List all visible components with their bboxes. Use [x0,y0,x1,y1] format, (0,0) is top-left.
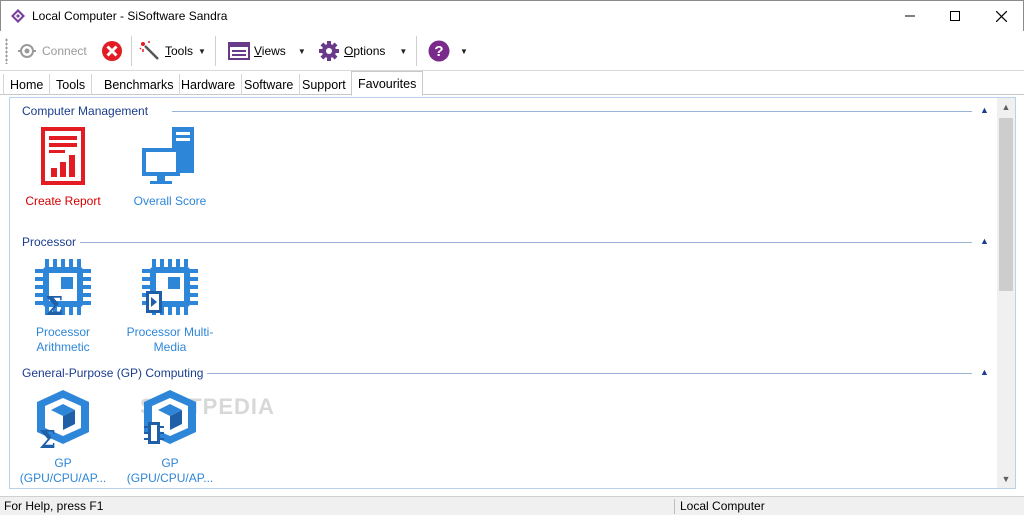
tile-label: GP (GPU/CPU/AP... [126,456,214,485]
minimize-button[interactable] [887,1,933,31]
chevron-down-icon: ▼ [198,46,206,56]
toolbar-separator [215,36,216,66]
maximize-button[interactable] [932,1,978,31]
disconnect-button[interactable] [101,38,123,64]
section-divider [207,373,972,374]
status-location: Local Computer [680,499,765,513]
tile-label: Processor Multi-Media [126,325,214,354]
magic-wand-icon [139,41,159,60]
scroll-down-icon[interactable]: ▼ [997,470,1015,487]
toolbar-separator [131,36,132,66]
tab-hardware[interactable]: Hardware [175,74,243,95]
tab-label: Tools [56,77,86,92]
help-icon: ? [428,40,450,62]
create-report-icon [41,127,85,185]
status-help-text: For Help, press F1 [4,499,104,513]
tab-support[interactable]: Support [296,74,353,95]
overall-score-icon [142,127,194,184]
status-bar: For Help, press F1 Local Computer [0,496,1024,515]
scroll-up-icon[interactable]: ▲ [997,98,1015,115]
close-icon [995,10,1007,22]
tab-label: Support [302,77,346,92]
gp-memory-icon [144,390,196,444]
tab-software[interactable]: Software [238,74,301,95]
tab-tools[interactable]: Tools [50,74,93,95]
svg-text:?: ? [434,43,443,60]
overall-score-tile[interactable]: Overall Score [120,124,220,209]
gear-icon [319,41,339,61]
window-title: Local Computer - SiSoftware Sandra [32,9,228,23]
processor-multimedia-tile[interactable]: Processor Multi-Media [120,255,220,355]
ribbon-tabs: Home Tools Benchmarks Hardware Software … [0,71,1024,96]
minimize-icon [905,15,915,17]
status-divider [674,499,675,514]
tab-home[interactable]: Home [3,74,51,95]
sandra-app-icon [11,9,25,23]
views-menu-button[interactable]: Views ▼ [228,38,306,64]
connect-label: Connect [42,44,87,58]
tools-label: Tools [165,44,194,58]
chevron-down-icon: ▼ [297,46,306,56]
tab-label: Software [244,77,294,92]
section-header-gp-computing: General-Purpose (GP) Computing [22,366,204,380]
tab-label: Favourites [358,76,417,91]
chevron-down-icon: ▼ [399,46,408,56]
section-header-processor: Processor [22,235,77,249]
processor-arithmetic-tile[interactable]: Σ Processor Arithmetic [13,255,113,355]
tools-menu-button[interactable]: Tools ▼ [139,38,206,64]
tab-label: Home [10,77,44,92]
tile-label: Create Report [25,194,101,208]
vertical-scrollbar[interactable]: ▲ ▼ [997,98,1015,488]
processor-multimedia-icon [142,259,198,315]
gp-arithmetic-tile[interactable]: Σ GP (GPU/CPU/AP... [13,386,113,486]
connect-button[interactable]: Connect [16,38,87,64]
tab-benchmarks[interactable]: Benchmarks [98,74,181,95]
title-bar: Local Computer - SiSoftware Sandra [0,0,1024,31]
toolbar-separator [416,36,417,66]
connect-icon [18,44,36,58]
tile-label: GP (GPU/CPU/AP... [19,456,107,485]
gp-arithmetic-icon: Σ [37,390,89,450]
views-label: Views [254,44,286,58]
gp-memory-tile[interactable]: GP (GPU/CPU/AP... [120,386,220,486]
tab-label: Benchmarks [104,77,174,92]
toolbar-grip[interactable] [5,38,8,64]
tile-label: Overall Score [133,194,207,208]
toolbar: Connect Tools ▼ Views ▼ Options ▼ ? ▼ [0,31,1024,71]
close-window-button[interactable] [978,1,1024,31]
collapse-section-button[interactable]: ▲ [980,236,989,246]
stop-icon [102,41,122,61]
svg-text:Σ: Σ [39,425,56,450]
favourites-panel: Computer Management ▲ Create Report Over… [9,97,1016,489]
help-menu-button[interactable]: ? ▼ [428,38,468,64]
section-header-computer-management: Computer Management [22,104,149,118]
section-divider [172,111,972,112]
collapse-section-button[interactable]: ▲ [980,367,989,377]
tab-label: Hardware [181,77,236,92]
svg-text:Σ: Σ [45,292,63,319]
views-icon [228,42,250,60]
create-report-tile[interactable]: Create Report [13,124,113,209]
maximize-icon [950,11,960,21]
options-menu-button[interactable]: Options ▼ [318,38,407,64]
section-divider [80,242,972,243]
processor-arithmetic-icon: Σ [35,259,91,319]
tile-label: Processor Arithmetic [35,325,91,354]
tab-favourites[interactable]: Favourites [351,71,424,96]
options-label: Options [344,44,386,58]
chevron-down-icon: ▼ [460,46,468,56]
scrollbar-thumb[interactable] [999,118,1013,291]
collapse-section-button[interactable]: ▲ [980,105,989,115]
